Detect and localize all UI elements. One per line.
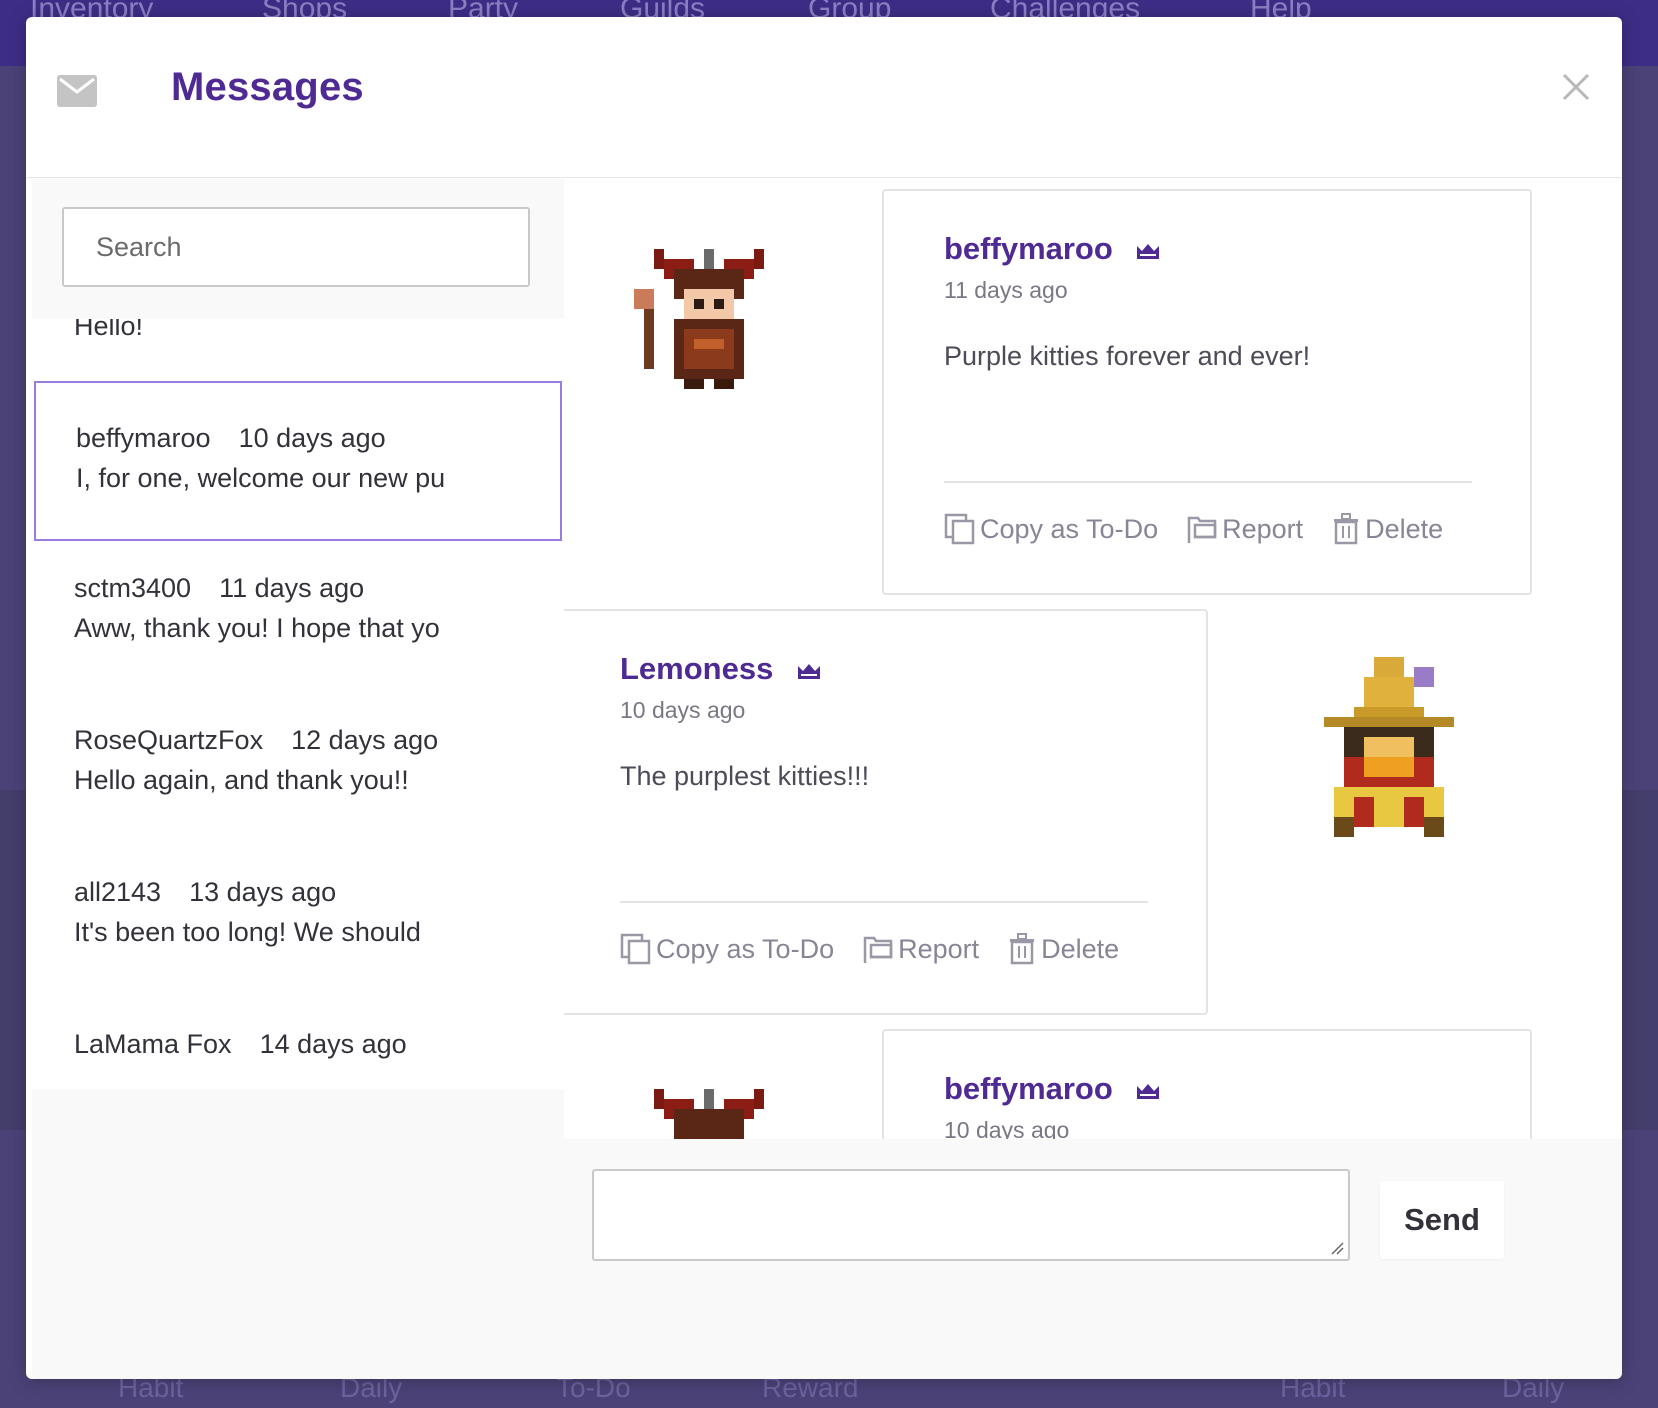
message-thread: beffymaroo 11 days ago Purple kitties fo… — [564, 179, 1622, 1139]
copy-icon — [620, 933, 651, 965]
conversation-preview: Aww, thank you! I hope that yo — [74, 613, 440, 643]
conversation-time: 14 days ago — [259, 1029, 407, 1059]
message-text: Purple kitties forever and ever! — [944, 341, 1311, 371]
close-icon[interactable] — [1556, 67, 1596, 107]
modal-title: Messages — [171, 65, 364, 109]
search-area — [32, 179, 564, 319]
delete-label: Delete — [1365, 514, 1444, 544]
conversation-preview: Hello again, and thank you!! — [74, 765, 409, 795]
copy-label: Copy as To-Do — [980, 514, 1159, 544]
send-button[interactable]: Send — [1380, 1181, 1504, 1259]
message-author[interactable]: beffymaroo — [944, 1071, 1113, 1106]
conversation-time: 13 days ago — [189, 877, 337, 907]
conversation-name: sctm3400 — [74, 573, 192, 603]
crown-icon — [1137, 243, 1160, 259]
message-time: 11 days ago — [944, 277, 1068, 303]
conversation-item-all2143[interactable]: all2143 13 days ago It's been too long! W… — [32, 837, 564, 997]
delete-label: Delete — [1041, 934, 1120, 964]
crown-icon — [1137, 1083, 1160, 1099]
report-button[interactable]: Report — [1186, 514, 1303, 545]
copy-icon — [944, 513, 975, 545]
report-button[interactable]: Report — [862, 934, 979, 965]
copy-as-todo-button[interactable]: Copy as To-Do — [620, 933, 834, 965]
message-actions: Copy as To-Do Report Delete — [620, 933, 1147, 965]
flag-icon — [1187, 516, 1217, 543]
trash-icon — [1010, 933, 1035, 965]
avatar-beffymaroo — [654, 1089, 764, 1139]
conversation-name: beffymaroo — [76, 423, 211, 453]
modal-header: Messages — [26, 17, 1622, 178]
message-time: 10 days ago — [944, 1117, 1070, 1139]
message-card: Lemoness 10 days ago The purplest kittie… — [564, 609, 1208, 1015]
delete-button[interactable]: Delete — [1331, 513, 1443, 545]
report-label: Report — [1222, 513, 1304, 544]
conversation-name: LaMama Fox — [74, 1029, 232, 1059]
search-input[interactable] — [62, 207, 530, 287]
message-author[interactable]: beffymaroo — [944, 231, 1113, 266]
message-time: 10 days ago — [620, 697, 746, 723]
message-actions: Copy as To-Do Report Delete — [944, 513, 1471, 545]
copy-as-todo-button[interactable]: Copy as To-Do — [944, 513, 1158, 545]
crown-icon — [797, 663, 820, 679]
conversation-preview: It's been too long! We should — [74, 917, 421, 947]
trash-icon — [1334, 513, 1359, 545]
resize-handle-icon[interactable] — [1330, 1241, 1344, 1255]
message-divider — [620, 901, 1148, 903]
copy-label: Copy as To-Do — [656, 934, 835, 964]
avatar-beffymaroo — [634, 249, 764, 389]
avatar-lemoness — [1324, 657, 1454, 837]
conversation-item-rosequartzfox[interactable]: RoseQuartzFox 12 days ago Hello again, an… — [32, 685, 564, 845]
message-composer: Send — [564, 1139, 1622, 1379]
conversation-preview-partial[interactable]: Hello! — [74, 319, 143, 342]
flag-icon — [863, 936, 893, 963]
message-author[interactable]: Lemoness — [620, 651, 773, 686]
conversation-name: all2143 — [74, 877, 162, 907]
conversation-list: Hello! beffymaroo 10 days ago I, for one,… — [32, 319, 564, 1089]
conversation-name: RoseQuartzFox — [74, 725, 264, 755]
messages-modal: Messages Hello! beffymaroo 10 days ago I,… — [26, 17, 1622, 1379]
conversation-time: 12 days ago — [291, 725, 439, 755]
message-card: beffymaroo 10 days ago — [882, 1029, 1532, 1139]
delete-button[interactable]: Delete — [1007, 933, 1119, 965]
conversation-item-beffymaroo[interactable]: beffymaroo 10 days ago I, for one, welcom… — [34, 381, 562, 541]
message-divider — [944, 481, 1472, 483]
message-card: beffymaroo 11 days ago Purple kitties fo… — [882, 189, 1532, 595]
conversation-time: 11 days ago — [219, 573, 365, 603]
conversation-sidebar: Hello! beffymaroo 10 days ago I, for one,… — [32, 179, 564, 1379]
mail-icon — [57, 75, 97, 107]
message-input[interactable] — [592, 1169, 1350, 1261]
message-text: The purplest kitties!!! — [620, 761, 870, 791]
conversation-time: 10 days ago — [238, 423, 386, 453]
report-label: Report — [898, 933, 980, 964]
conversation-item-lamama-fox[interactable]: LaMama Fox 14 days ago — [32, 989, 564, 1089]
conversation-preview: I, for one, welcome our new pu — [76, 463, 446, 493]
conversation-item-sctm3400[interactable]: sctm3400 11 days ago Aww, thank you! I ho… — [32, 533, 564, 693]
